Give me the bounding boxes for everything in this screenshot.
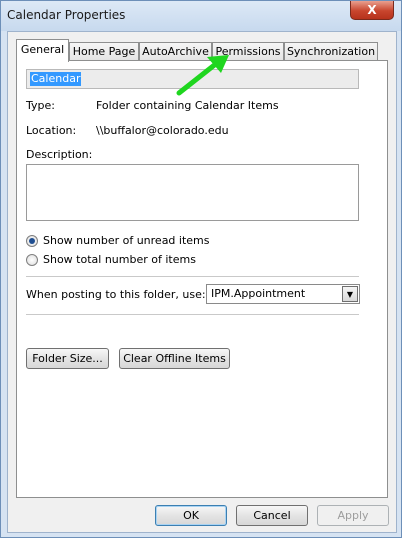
general-tab-panel: Calendar Type: Folder containing Calenda… — [16, 60, 388, 498]
cancel-button[interactable]: Cancel — [236, 505, 308, 526]
green-arrow-annotation-icon — [176, 55, 229, 96]
ok-button[interactable]: OK — [155, 505, 227, 526]
tab-general[interactable]: General — [16, 39, 69, 62]
separator-bottom — [26, 314, 359, 315]
folder-size-button[interactable]: Folder Size... — [26, 348, 109, 369]
location-value: \\buffalor@colorado.edu — [96, 124, 229, 137]
posting-label: When posting to this folder, use: — [26, 288, 206, 301]
separator-top — [26, 276, 359, 277]
folder-name-value: Calendar — [30, 72, 82, 86]
posting-form-select[interactable]: IPM.Appointment ▼ — [206, 284, 360, 304]
radio-show-unread[interactable] — [26, 235, 38, 247]
dialog-client-area: General Home Page AutoArchive Permission… — [7, 31, 397, 533]
radio-show-unread-label[interactable]: Show number of unread items — [43, 234, 210, 247]
radio-show-total[interactable] — [26, 254, 38, 266]
type-label: Type: — [26, 99, 55, 112]
title-bar: Calendar Properties X — [1, 1, 401, 31]
properties-dialog: Calendar Properties X General Home Page … — [0, 0, 402, 538]
window-title: Calendar Properties — [7, 8, 126, 22]
posting-form-value: IPM.Appointment — [211, 287, 306, 300]
location-label: Location: — [26, 124, 77, 137]
close-icon: X — [367, 3, 377, 17]
tab-synchronization[interactable]: Synchronization — [284, 42, 378, 61]
arrow-shaft — [176, 60, 220, 96]
description-label: Description: — [26, 148, 93, 161]
apply-button: Apply — [317, 505, 389, 526]
close-button[interactable]: X — [350, 1, 394, 20]
clear-offline-items-button[interactable]: Clear Offline Items — [119, 348, 230, 369]
description-textarea[interactable] — [26, 164, 359, 221]
dropdown-arrow-icon[interactable]: ▼ — [342, 286, 358, 302]
tab-home-page[interactable]: Home Page — [69, 42, 139, 61]
radio-show-total-label[interactable]: Show total number of items — [43, 253, 196, 266]
